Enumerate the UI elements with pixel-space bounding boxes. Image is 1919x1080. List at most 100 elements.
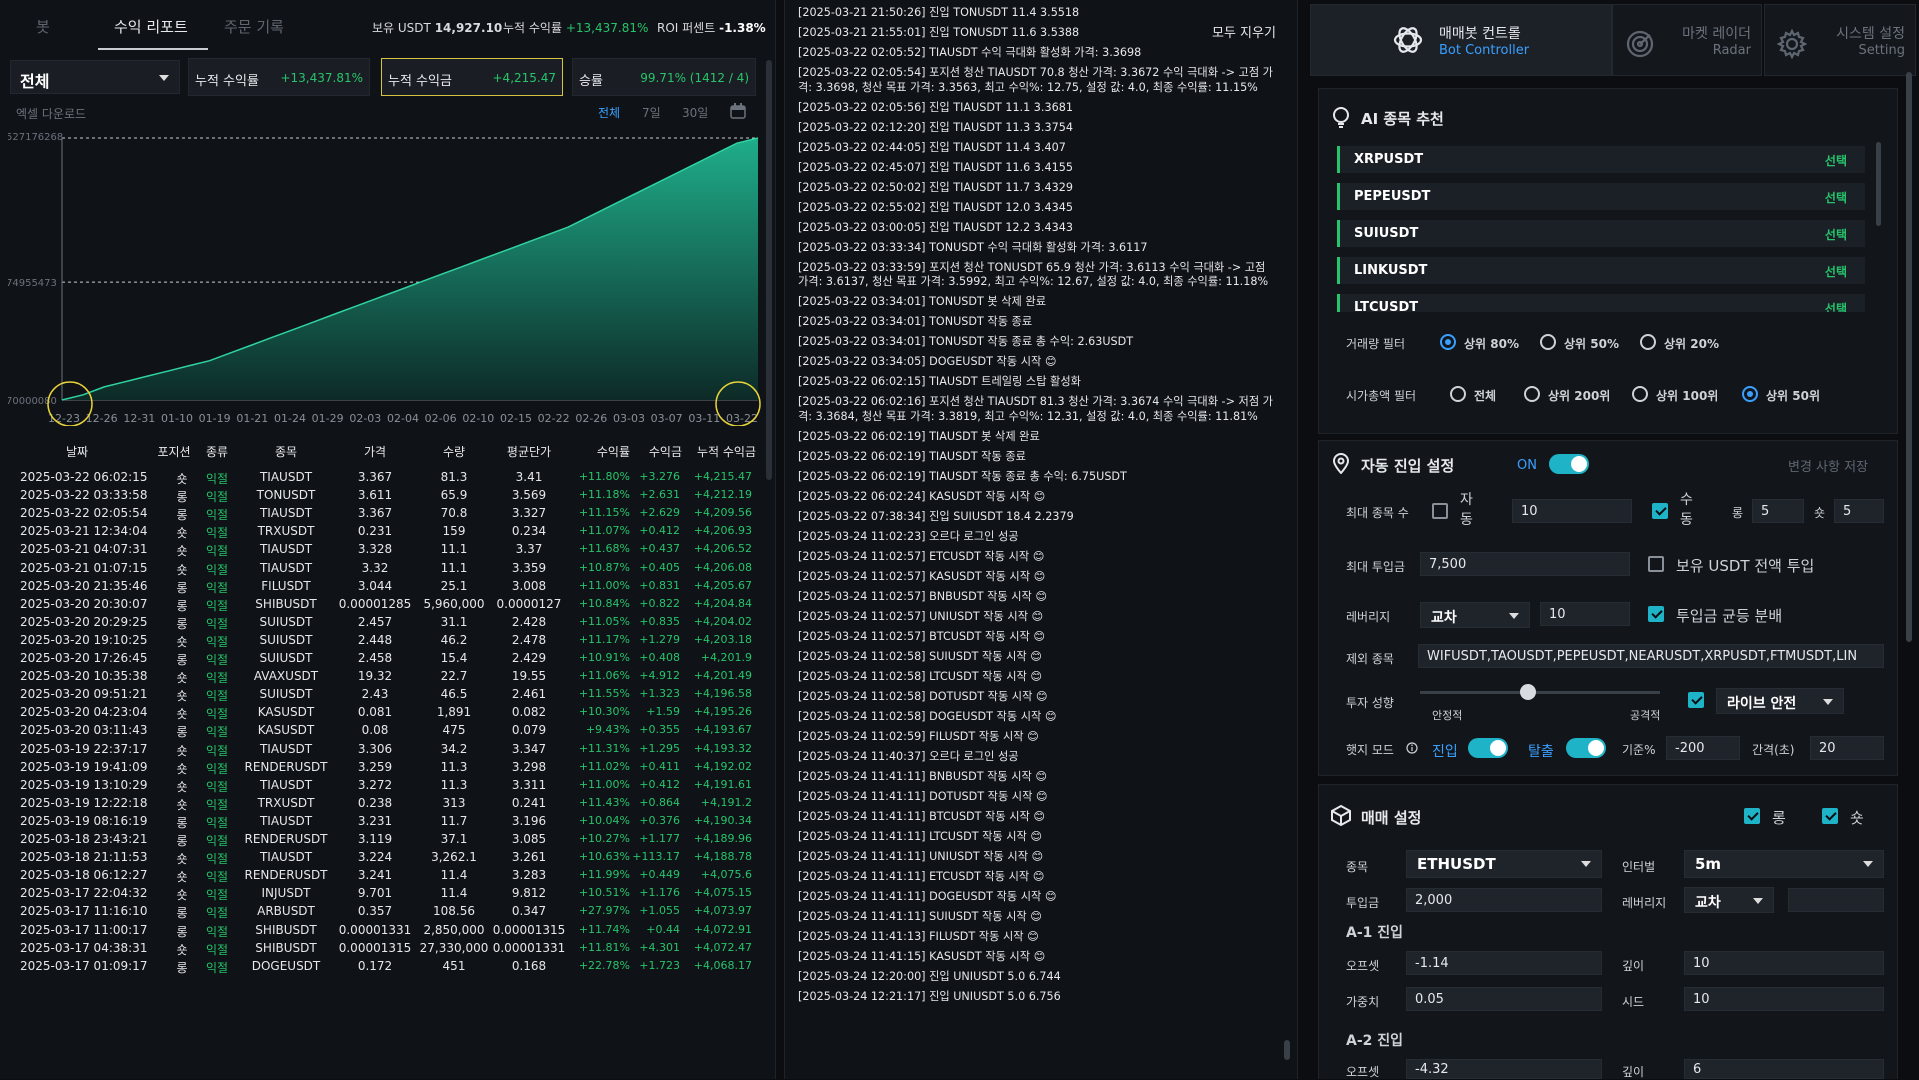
trade-leverage-dropdown[interactable]: 교차 <box>1684 887 1774 913</box>
tendency-slider[interactable] <box>1420 690 1660 696</box>
ai-select-button[interactable]: 선택 <box>1825 152 1847 169</box>
symbol-filter-dropdown[interactable]: 전체 <box>10 60 180 94</box>
log-line: [2025-03-24 11:02:57] UNIUSDT 작동 시작 😊 <box>798 610 1278 625</box>
volume-radio-20[interactable] <box>1640 334 1656 350</box>
row-cum-profit: +4,209.56 <box>680 506 752 519</box>
excel-download-link[interactable]: 엑셀 다운로드 <box>16 105 86 122</box>
mcap-radio-100[interactable] <box>1632 386 1648 402</box>
ai-recommend-item[interactable]: LTCUSDT선택 <box>1337 294 1865 312</box>
even-split-checkbox[interactable] <box>1648 606 1664 622</box>
log-line: [2025-03-24 11:02:58] LTCUSDT 작동 시작 😊 <box>798 670 1278 685</box>
trade-long-checkbox[interactable] <box>1744 808 1760 824</box>
a1-seed-input[interactable]: 10 <box>1684 987 1884 1011</box>
mcap-radio-50[interactable] <box>1742 386 1758 402</box>
row-date: 2025-03-20 03:11:43 <box>20 723 147 737</box>
info-icon[interactable] <box>1406 742 1418 754</box>
ai-list-scrollbar[interactable] <box>1876 142 1881 226</box>
tab-bot-controller[interactable]: 매매봇 컨트롤 Bot Controller <box>1310 4 1612 76</box>
trade-leverage-input[interactable] <box>1788 888 1884 912</box>
interval-sec-input[interactable]: 20 <box>1810 736 1884 760</box>
row-cum-profit: +4,189.96 <box>680 832 752 845</box>
a2-offset-input[interactable]: -4.32 <box>1406 1059 1602 1079</box>
slider-handle[interactable] <box>1520 684 1536 700</box>
trade-symbol-dropdown[interactable]: ETHUSDT <box>1406 850 1602 878</box>
all-usdt-checkbox[interactable] <box>1648 556 1664 572</box>
row-profit: +1.59 <box>630 705 680 718</box>
a2-depth-label: 깊이 <box>1622 1063 1644 1080</box>
col-symbol: 종목 <box>230 443 342 460</box>
ai-recommend-item[interactable]: SUIUSDT 선택 <box>1337 220 1865 247</box>
max-symbols-input[interactable]: 10 <box>1512 499 1632 523</box>
auto-label: 자동 <box>1460 490 1474 530</box>
log-line: [2025-03-22 02:05:56] 진입 TIAUSDT 11.1 3.… <box>798 101 1278 116</box>
row-qty: 11.4 <box>408 886 500 900</box>
live-mode-dropdown[interactable]: 라이브 안전 <box>1716 688 1844 714</box>
calendar-icon[interactable] <box>730 103 746 119</box>
hedge-exit-toggle[interactable] <box>1566 738 1606 758</box>
row-profit: +4.301 <box>630 941 680 954</box>
max-invest-input[interactable]: 7,500 <box>1420 552 1630 576</box>
a1-weight-input[interactable]: 0.05 <box>1406 987 1602 1011</box>
exclude-symbols-input[interactable]: WIFUSDT,TAOUSDT,PEPEUSDT,NEARUSDT,XRPUSD… <box>1418 644 1884 668</box>
trade-short-checkbox[interactable] <box>1822 808 1838 824</box>
row-profit-rate: +11.05% <box>560 615 630 628</box>
ai-select-button[interactable]: 선택 <box>1825 189 1847 206</box>
exclude-symbols-label: 제외 종목 <box>1346 650 1394 667</box>
live-mode-checkbox[interactable] <box>1688 692 1704 708</box>
mcap-filter-label: 시가총액 필터 <box>1346 387 1416 404</box>
ai-select-button[interactable]: 선택 <box>1825 263 1847 280</box>
volume-radio-50[interactable] <box>1540 334 1556 350</box>
a2-depth-input[interactable]: 6 <box>1684 1059 1884 1079</box>
report-scrollbar[interactable] <box>766 60 772 480</box>
auto-entry-toggle[interactable] <box>1549 454 1589 474</box>
range-all[interactable]: 전체 <box>598 104 620 121</box>
a1-offset-input[interactable]: -1.14 <box>1406 951 1602 975</box>
clear-all-button[interactable]: 모두 지우기 <box>1208 22 1280 41</box>
trade-interval-dropdown[interactable]: 5m <box>1684 850 1884 878</box>
range-7d[interactable]: 7일 <box>642 104 661 121</box>
long-count-input[interactable]: 5 <box>1752 499 1804 523</box>
symbol-filter-value: 전체 <box>20 68 49 92</box>
a1-entry-label: A-1 진입 <box>1346 922 1403 942</box>
tab-profit-report[interactable]: 수익 리포트 <box>114 16 188 37</box>
leverage-input[interactable]: 10 <box>1540 602 1630 626</box>
mcap-radio-200[interactable] <box>1524 386 1540 402</box>
base-pct-input[interactable]: -200 <box>1666 736 1740 760</box>
ai-recommend-item[interactable]: XRPUSDT선택 <box>1337 146 1865 173</box>
auto-checkbox[interactable] <box>1432 503 1448 519</box>
tab-system-setting[interactable]: 시스템 설정 Setting <box>1764 4 1916 76</box>
row-avg: 3.196 <box>488 814 570 828</box>
mcap-radio-all[interactable] <box>1450 386 1466 402</box>
log-scroll-thumb[interactable] <box>1284 1040 1290 1060</box>
ai-select-button[interactable]: 선택 <box>1825 226 1847 243</box>
ai-recommend-item[interactable]: LINKUSDT선택 <box>1337 257 1865 284</box>
table-row[interactable]: 2025-03-17 01:09:17롱익절DOGEUSDT0.1724510.… <box>8 955 764 977</box>
short-count-input[interactable]: 5 <box>1834 499 1884 523</box>
tab-bot[interactable]: 봇 <box>36 16 50 37</box>
volume-radio-80[interactable] <box>1440 334 1456 350</box>
log-line: [2025-03-24 11:02:23] 오르다 로그인 성공 <box>798 530 1278 545</box>
settings-scrollbar[interactable] <box>1906 72 1912 642</box>
a1-depth-input[interactable]: 10 <box>1684 951 1884 975</box>
trade-invest-input[interactable]: 2,000 <box>1406 888 1602 912</box>
ai-select-button[interactable]: 선택 <box>1825 300 1847 312</box>
ai-recommend-item[interactable]: PEPEUSDT선택 <box>1337 183 1865 210</box>
leverage-mode-dropdown[interactable]: 교차 <box>1420 602 1530 628</box>
log-line: [2025-03-24 11:41:13] FILUSDT 작동 시작 😊 <box>798 930 1278 945</box>
row-symbol: TIAUSDT <box>230 742 342 756</box>
ai-recommend-symbol: SUIUSDT <box>1354 226 1418 241</box>
row-date: 2025-03-18 23:43:21 <box>20 832 147 846</box>
save-changes-button[interactable]: 변경 사항 저장 <box>1788 456 1868 475</box>
row-date: 2025-03-17 11:16:10 <box>20 904 147 918</box>
tab-market-radar[interactable]: 마켓 레이더 Radar <box>1612 4 1762 76</box>
col-avg-price: 평균단가 <box>488 443 570 460</box>
volume-filter-label: 거래량 필터 <box>1346 335 1405 352</box>
manual-checkbox[interactable] <box>1652 503 1668 519</box>
range-30d[interactable]: 30일 <box>682 104 708 121</box>
hedge-entry-toggle[interactable] <box>1468 738 1508 758</box>
live-mode-value: 라이브 안전 <box>1727 693 1796 713</box>
log-scrollbar[interactable] <box>1284 10 1290 1060</box>
tab-order-history[interactable]: 주문 기록 <box>224 16 284 37</box>
log-line: [2025-03-22 03:33:34] TONUSDT 수익 극대화 활성화… <box>798 241 1278 256</box>
row-cum-profit: +4,075.15 <box>680 886 752 899</box>
